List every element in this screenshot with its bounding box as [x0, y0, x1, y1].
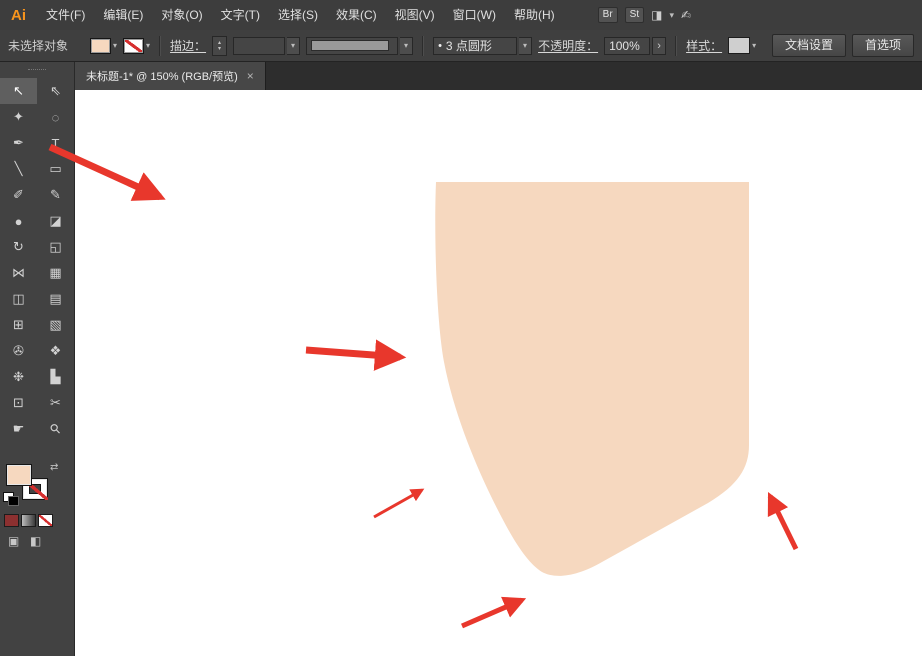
stepper-down-icon[interactable]: ▾ — [218, 46, 221, 52]
width-profile-preview — [311, 40, 390, 51]
menu-select[interactable]: 选择(S) — [269, 0, 327, 30]
menu-edit[interactable]: 编辑(E) — [94, 0, 152, 30]
menu-file[interactable]: 文件(F) — [37, 0, 94, 30]
fill-color-swatch[interactable] — [90, 37, 112, 54]
gradient-mode-button[interactable] — [21, 514, 36, 527]
paintbrush-tool[interactable]: ✐ — [0, 182, 37, 208]
direct-selection-tool[interactable]: ⇖ — [37, 78, 74, 104]
separator — [159, 35, 162, 56]
menu-effect[interactable]: 效果(C) — [327, 0, 386, 30]
chevron-down-icon[interactable]: ▾ — [523, 41, 527, 50]
artboard-tool[interactable]: ⊡ — [0, 390, 37, 416]
fill-swatch[interactable] — [6, 464, 32, 486]
preferences-button[interactable]: 首选项 — [851, 34, 914, 57]
selection-status: 未选择对象 — [8, 39, 69, 53]
separator — [422, 35, 425, 56]
default-fill-stroke-icon[interactable] — [3, 492, 19, 506]
tool-grid: ↖ ⇖ ✦ ◌ ✒ T ╲ ▭ ✐ ✎ ● ◪ ↻ ◱ ⋈ ▦ ◫ ▤ ⊞ ▧ … — [0, 78, 74, 442]
eraser-tool[interactable]: ◪ — [37, 208, 74, 234]
opacity-combo[interactable]: 100% › — [604, 36, 667, 55]
tools-panel: ↖ ⇖ ✦ ◌ ✒ T ╲ ▭ ✐ ✎ ● ◪ ↻ ◱ ⋈ ▦ ◫ ▤ ⊞ ▧ … — [0, 62, 75, 656]
document-tab[interactable]: 未标题-1* @ 150% (RGB/预览) × — [75, 62, 266, 90]
menu-view[interactable]: 视图(V) — [386, 0, 444, 30]
swap-fill-stroke-icon[interactable]: ⇄ — [50, 462, 58, 473]
width-tool[interactable]: ⋈ — [0, 260, 37, 286]
magic-wand-tool[interactable]: ✦ — [0, 104, 37, 130]
draw-mode-button[interactable]: ▣ — [8, 534, 19, 548]
chevron-down-icon[interactable]: ▾ — [146, 41, 150, 50]
toolbar-grip[interactable] — [0, 62, 74, 78]
perspective-grid-tool[interactable]: ▤ — [37, 286, 74, 312]
artwork-shape[interactable] — [435, 182, 749, 576]
chevron-down-icon[interactable]: ▾ — [752, 41, 756, 50]
brush-definition-value[interactable]: 3 点圆形 — [446, 37, 492, 54]
width-profile-dropdown[interactable]: ▾ — [306, 36, 414, 55]
document-tab-bar: 未标题-1* @ 150% (RGB/预览) × — [75, 62, 922, 90]
document-setup-button[interactable]: 文档设置 — [771, 34, 846, 57]
chevron-down-icon[interactable]: ▾ — [404, 41, 408, 50]
style-swatch[interactable] — [728, 37, 751, 54]
pen-tool[interactable]: ✒ — [0, 130, 37, 156]
menu-help[interactable]: 帮助(H) — [505, 0, 564, 30]
document-tab-title: 未标题-1* @ 150% (RGB/预览) — [86, 71, 238, 83]
rotate-tool[interactable]: ↻ — [0, 234, 37, 260]
opacity-label[interactable]: 不透明度： — [538, 37, 598, 54]
chevron-down-icon[interactable]: ▾ — [113, 41, 117, 50]
separator — [675, 35, 678, 56]
workspace-switcher-icon[interactable]: ◨ — [651, 8, 662, 22]
pencil-tool[interactable]: ✎ — [37, 182, 74, 208]
menu-type[interactable]: 文字(T) — [212, 0, 269, 30]
blend-tool[interactable]: ❖ — [37, 338, 74, 364]
chevron-down-icon[interactable]: ▾ — [669, 10, 674, 21]
line-segment-tool[interactable]: ╲ — [0, 156, 37, 182]
app-logo: Ai — [11, 6, 26, 24]
scale-tool[interactable]: ◱ — [37, 234, 74, 260]
tab-close-icon[interactable]: × — [247, 69, 254, 83]
rectangle-tool[interactable]: ▭ — [37, 156, 74, 182]
touch-workspace-icon[interactable]: ✍ — [681, 8, 691, 22]
bridge-button[interactable]: Br — [597, 7, 618, 23]
default-stroke-chip — [8, 496, 19, 506]
shape-builder-tool[interactable]: ◫ — [0, 286, 37, 312]
lasso-tool[interactable]: ◌ — [37, 104, 74, 130]
stroke-color-swatch[interactable] — [123, 37, 145, 54]
artwork-layer — [435, 182, 749, 576]
eyedropper-tool[interactable]: ✇ — [0, 338, 37, 364]
hand-tool[interactable]: ☛ — [0, 416, 37, 442]
column-graph-tool[interactable]: ▙ — [37, 364, 74, 390]
mesh-tool[interactable]: ⊞ — [0, 312, 37, 338]
control-bar: 未选择对象 ▾ ▾ 描边： ▴ ▾ ▾ ▾ • 3 点圆形 ▾ 不透明度： 10… — [0, 30, 922, 62]
brush-preview-icon: • — [438, 39, 442, 52]
brush-definition-combo[interactable]: • 3 点圆形 ▾ — [433, 36, 533, 55]
opacity-panel-arrow[interactable]: › — [652, 36, 667, 55]
stock-button[interactable]: St — [624, 7, 645, 23]
opacity-value[interactable]: 100% — [609, 39, 640, 53]
stroke-weight-combo[interactable]: ▾ — [233, 36, 301, 55]
stroke-color-control[interactable]: ▾ — [123, 37, 150, 54]
type-tool[interactable]: T — [37, 130, 74, 156]
blob-brush-tool[interactable]: ● — [0, 208, 37, 234]
menu-window[interactable]: 窗口(W) — [444, 0, 505, 30]
artboard-canvas[interactable] — [75, 90, 922, 656]
chevron-down-icon[interactable]: ▾ — [291, 41, 295, 50]
menu-object[interactable]: 对象(O) — [152, 0, 211, 30]
menu-bar: Ai 文件(F) 编辑(E) 对象(O) 文字(T) 选择(S) 效果(C) 视… — [0, 0, 922, 31]
free-transform-tool[interactable]: ▦ — [37, 260, 74, 286]
fill-color-control[interactable]: ▾ — [90, 37, 117, 54]
gradient-tool[interactable]: ▧ — [37, 312, 74, 338]
stroke-weight-stepper[interactable]: ▴ ▾ — [212, 35, 228, 56]
stroke-label[interactable]: 描边： — [170, 37, 206, 54]
symbol-sprayer-tool[interactable]: ❉ — [0, 364, 37, 390]
style-dropdown[interactable]: ▾ — [728, 37, 756, 54]
selection-tool[interactable]: ↖ — [0, 78, 37, 104]
screen-mode-button[interactable]: ◧ — [30, 534, 41, 548]
color-mode-button[interactable] — [4, 514, 19, 527]
style-label[interactable]: 样式： — [686, 37, 722, 54]
none-mode-button[interactable] — [38, 514, 53, 527]
